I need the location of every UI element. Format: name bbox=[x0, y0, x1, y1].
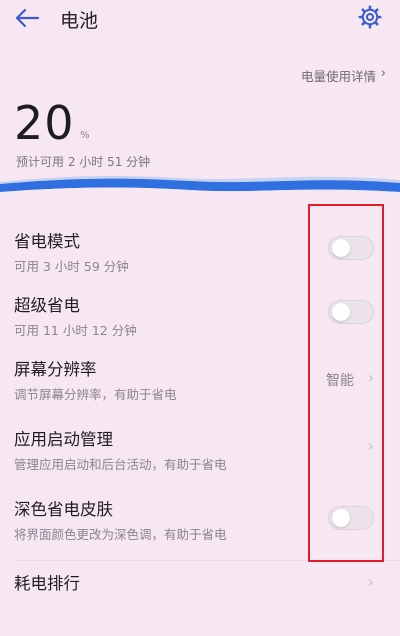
usage-details-link[interactable]: 电量使用详情 bbox=[301, 66, 376, 85]
top-bar: 电池 bbox=[0, 0, 400, 40]
battery-wave bbox=[0, 175, 400, 204]
chevron-right-icon: › bbox=[367, 572, 374, 591]
highlight-box bbox=[308, 204, 384, 562]
row-subtitle: 可用 11 小时 12 分钟 bbox=[14, 323, 137, 338]
page-title: 电池 bbox=[60, 10, 99, 32]
row-power-consumption-ranking[interactable]: 耗电排行 › bbox=[0, 570, 400, 636]
row-title: 耗电排行 bbox=[14, 574, 80, 593]
row-title: 省电模式 bbox=[14, 232, 80, 251]
row-title: 深色省电皮肤 bbox=[14, 500, 113, 519]
battery-level: 20 bbox=[14, 96, 75, 150]
battery-unit: % bbox=[80, 130, 90, 141]
row-subtitle: 可用 3 小时 59 分钟 bbox=[14, 259, 129, 274]
row-title: 应用启动管理 bbox=[14, 430, 113, 449]
row-subtitle: 将界面颜色更改为深色调，有助于省电 bbox=[14, 527, 227, 542]
chevron-right-icon: › bbox=[380, 66, 386, 81]
back-arrow-icon[interactable] bbox=[14, 7, 40, 29]
gear-icon[interactable] bbox=[358, 5, 382, 29]
row-title: 超级省电 bbox=[14, 296, 80, 315]
row-subtitle: 管理应用启动和后台活动，有助于省电 bbox=[14, 457, 227, 472]
row-title: 屏幕分辨率 bbox=[14, 360, 97, 379]
row-subtitle: 调节屏幕分辨率，有助于省电 bbox=[14, 387, 177, 402]
